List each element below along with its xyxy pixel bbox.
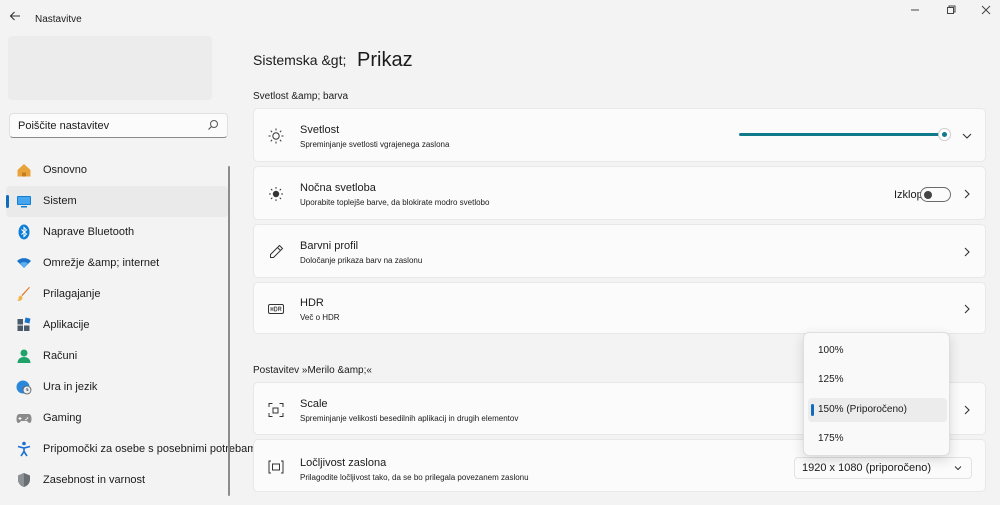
breadcrumb-parent[interactable]: Sistemska &gt; (253, 52, 346, 68)
minimize-button[interactable] (906, 5, 924, 19)
sidebar-item-accessibility[interactable]: Pripomočki za osebe s posebnimi potrebam… (6, 434, 259, 465)
chevron-right-icon[interactable] (961, 404, 973, 416)
hdr-title: HDR (300, 297, 324, 309)
arrow-left-icon (9, 11, 20, 21)
brightness-slider-track[interactable] (739, 133, 944, 136)
night-light-subtitle: Uporabite toplejše barve, da blokirate m… (300, 198, 490, 207)
brightness-subtitle: Spreminjanje svetlosti vgrajenega zaslon… (300, 140, 450, 149)
resolution-dropdown[interactable]: 1920 x 1080 (priporočeno) (794, 457, 972, 479)
chevron-right-icon[interactable] (961, 188, 973, 200)
close-button[interactable] (977, 5, 995, 19)
close-icon (981, 5, 991, 15)
scale-option-175[interactable]: 175% (808, 427, 947, 451)
sidebar-item-accounts[interactable]: Računi (6, 341, 228, 372)
hdr-card[interactable]: HDR Več o HDR (253, 282, 986, 334)
scale-option-100[interactable]: 100% (808, 339, 947, 363)
maximize-button[interactable] (942, 5, 960, 19)
resolution-icon (268, 460, 284, 474)
chevron-down-icon (954, 466, 962, 471)
sidebar-item-privacy[interactable]: Zasebnost in varnost (6, 465, 228, 496)
home-icon (17, 164, 31, 177)
gamepad-icon (16, 414, 32, 423)
scale-option-label: 175% (818, 433, 844, 444)
user-profile-area[interactable] (8, 36, 212, 100)
chevron-right-icon[interactable] (961, 246, 973, 258)
brush-icon (17, 287, 30, 301)
sidebar-item-home[interactable]: Osnovno (6, 155, 228, 186)
sidebar-item-system[interactable]: Sistem (6, 186, 228, 217)
scale-option-label: 125% (818, 374, 844, 385)
chevron-down-icon[interactable] (961, 130, 973, 142)
hdr-icon (268, 304, 284, 314)
person-icon (17, 349, 31, 363)
back-button[interactable] (6, 8, 24, 26)
section-label-brightness: Svetlost &amp; barva (253, 91, 349, 102)
eyedropper-icon (270, 244, 284, 258)
night-light-card[interactable]: Nočna svetloba Uporabite toplejše barve,… (253, 166, 986, 220)
shield-icon (18, 473, 30, 487)
sidebar-item-label: Aplikacije (43, 319, 90, 331)
resolution-subtitle: Prilagodite ločljivost tako, da se bo pr… (300, 473, 529, 482)
sidebar-item-label: Prilagajanje (43, 288, 101, 300)
sidebar-item-label: Zasebnost in varnost (43, 474, 146, 486)
scale-subtitle: Spreminjanje velikosti besedilnih aplika… (300, 414, 519, 423)
minimize-icon (911, 9, 919, 11)
sidebar-item-label: Gaming (43, 412, 82, 424)
resolution-title: Ločljivost zaslona (300, 457, 387, 469)
night-light-title: Nočna svetloba (300, 182, 376, 194)
apps-icon (17, 317, 31, 331)
color-profile-title: Barvni profil (300, 240, 359, 252)
sidebar-item-network[interactable]: Omrežje &amp; internet (6, 248, 228, 279)
sun-icon (268, 128, 284, 144)
search-box[interactable] (9, 113, 228, 138)
chevron-right-icon[interactable] (961, 303, 973, 315)
sidebar-item-label: Pripomočki za osebe s posebnimi potrebam… (43, 443, 259, 455)
accessibility-icon (17, 441, 31, 457)
scale-option-label: 100% (818, 345, 844, 356)
title-bar: Nastavitve (0, 0, 1000, 38)
night-light-toggle-label: Izklop (894, 189, 923, 201)
app-title: Nastavitve (35, 14, 82, 25)
color-profile-subtitle: Določanje prikaza barv na zaslonu (300, 256, 423, 265)
brightness-title: Svetlost (300, 124, 340, 136)
brightness-slider-thumb[interactable] (938, 128, 951, 141)
resolution-value: 1920 x 1080 (priporočeno) (802, 462, 932, 474)
sidebar-item-bluetooth[interactable]: Naprave Bluetooth (6, 217, 228, 248)
sidebar-item-time-language[interactable]: Ura in jezik (6, 372, 228, 403)
scale-dropdown-popup: 100% 125% 150% (Priporočeno) 175% (803, 332, 950, 456)
scale-icon (268, 403, 284, 417)
scale-option-label: 150% (Priporočeno) (818, 404, 907, 415)
sidebar-item-label: Osnovno (43, 164, 88, 176)
globe-clock-icon (16, 380, 32, 395)
sidebar-item-apps[interactable]: Aplikacije (6, 310, 228, 341)
sidebar-item-label: Sistem (43, 195, 77, 207)
sidebar-item-label: Računi (43, 350, 78, 362)
page-title: Prikaz (357, 49, 413, 71)
hdr-subtitle[interactable]: Več o HDR (300, 313, 340, 322)
color-profile-card[interactable]: Barvni profil Določanje prikaza barv na … (253, 224, 986, 278)
sidebar-item-gaming[interactable]: Gaming (6, 403, 228, 434)
sidebar-nav: Osnovno Sistem Naprave Bluetooth Omrežje… (6, 155, 259, 496)
sidebar-item-personalization[interactable]: Prilagajanje (6, 279, 228, 310)
restore-icon (947, 5, 956, 14)
scale-option-125[interactable]: 125% (808, 368, 947, 392)
monitor-icon (17, 196, 31, 208)
section-label-scale: Postavitev »Merilo &amp;« (253, 365, 372, 376)
sidebar-scrollbar[interactable] (228, 166, 230, 496)
scale-option-150[interactable]: 150% (Priporočeno) (808, 398, 947, 422)
search-input[interactable] (18, 118, 198, 134)
sidebar-item-label: Omrežje &amp; internet (43, 257, 160, 269)
sidebar-item-label: Naprave Bluetooth (43, 226, 135, 238)
wifi-icon (17, 258, 31, 268)
night-sun-icon (269, 187, 283, 201)
search-icon (208, 120, 218, 130)
bluetooth-icon (18, 224, 30, 240)
brightness-card[interactable]: Svetlost Spreminjanje svetlosti vgrajene… (253, 108, 986, 162)
scale-title: Scale (300, 398, 328, 410)
sidebar-item-label: Ura in jezik (43, 381, 98, 393)
night-light-toggle[interactable] (920, 187, 951, 202)
